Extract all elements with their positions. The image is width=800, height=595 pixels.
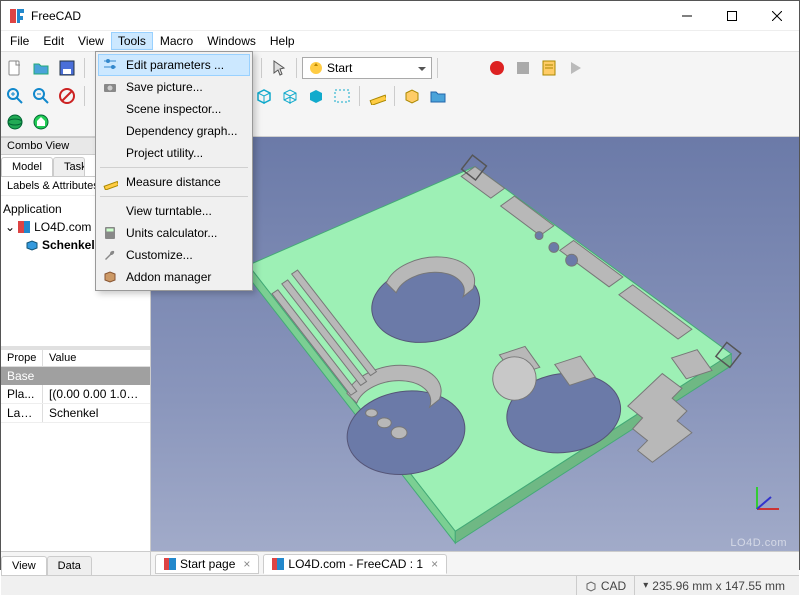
calculator-icon: [102, 225, 118, 241]
macro-play-button[interactable]: [563, 56, 587, 80]
sliders-icon: [102, 57, 118, 73]
menu-measure-distance[interactable]: Measure distance: [98, 171, 250, 193]
dimensions-readout: ▾ 235.96 mm x 147.55 mm: [634, 576, 793, 595]
part-button[interactable]: [400, 84, 424, 108]
app-icon: [9, 8, 25, 24]
close-tab-icon[interactable]: ×: [431, 557, 438, 571]
close-button[interactable]: [754, 1, 799, 30]
tab-model[interactable]: Model: [1, 157, 53, 176]
menu-dependency-graph[interactable]: Dependency graph...: [98, 120, 250, 142]
macro-stop-button[interactable]: [511, 56, 535, 80]
menu-edit[interactable]: Edit: [36, 32, 71, 50]
package-icon: [102, 269, 118, 285]
menu-save-picture[interactable]: Save picture...: [98, 76, 250, 98]
home-button[interactable]: [29, 110, 53, 134]
axis-indicator: [749, 481, 785, 517]
menu-help[interactable]: Help: [263, 32, 302, 50]
tab-view[interactable]: View: [1, 556, 47, 575]
menu-separator: [100, 196, 248, 197]
gear-icon: [164, 558, 176, 570]
menu-addon-manager[interactable]: Addon manager: [98, 266, 250, 288]
gear-icon: [272, 558, 284, 570]
shaded-button[interactable]: [304, 84, 328, 108]
window-title: FreeCAD: [31, 9, 664, 23]
camera-icon: [102, 79, 118, 95]
part-icon: [25, 238, 39, 252]
workbench-selector[interactable]: Start: [302, 57, 432, 79]
doc-icon: [17, 220, 31, 234]
statusbar: CAD ▾ 235.96 mm x 147.55 mm: [1, 575, 799, 595]
zoom-out-button[interactable]: [29, 84, 53, 108]
menu-windows[interactable]: Windows: [200, 32, 263, 50]
wrench-icon: [102, 247, 118, 263]
open-file-button[interactable]: [29, 56, 53, 80]
menu-file[interactable]: File: [3, 32, 36, 50]
zoom-in-button[interactable]: [3, 84, 27, 108]
window-controls: [664, 1, 799, 30]
measure-button[interactable]: [365, 84, 389, 108]
minimize-button[interactable]: [664, 1, 709, 30]
doc-tab-start[interactable]: Start page ×: [155, 554, 259, 574]
property-header: Prope Value: [1, 350, 150, 367]
menu-edit-parameters[interactable]: Edit parameters ...: [98, 54, 250, 76]
macro-record-button[interactable]: [485, 56, 509, 80]
menu-customize[interactable]: Customize...: [98, 244, 250, 266]
close-tab-icon[interactable]: ×: [243, 557, 250, 571]
new-file-button[interactable]: [3, 56, 27, 80]
nav-mode-indicator[interactable]: CAD: [576, 576, 634, 595]
menu-units-calculator[interactable]: Units calculator...: [98, 222, 250, 244]
document-tabs: Start page × LO4D.com - FreeCAD : 1 ×: [151, 551, 799, 575]
maximize-button[interactable]: [709, 1, 754, 30]
workbench-label: Start: [327, 61, 352, 75]
cube-icon: [585, 580, 597, 592]
menubar: File Edit View Tools Macro Windows Help: [1, 31, 799, 51]
property-group: Base: [1, 367, 150, 385]
wireframe-button[interactable]: [278, 84, 302, 108]
combo-bottom-tabs: View Data: [1, 551, 150, 575]
ruler-icon: [102, 174, 118, 190]
property-grid[interactable]: Base Pla... [(0.00 0.00 1.00); 0... Labe…: [1, 367, 150, 551]
menu-view-turntable[interactable]: View turntable...: [98, 200, 250, 222]
menu-scene-inspector[interactable]: Scene inspector...: [98, 98, 250, 120]
bounding-button[interactable]: [330, 84, 354, 108]
macro-list-button[interactable]: [537, 56, 561, 80]
menu-separator: [100, 167, 248, 168]
group-button[interactable]: [426, 84, 450, 108]
pointer-button[interactable]: [267, 56, 291, 80]
doc-tab-active[interactable]: LO4D.com - FreeCAD : 1 ×: [263, 554, 447, 574]
box-button[interactable]: [252, 84, 276, 108]
menu-view[interactable]: View: [71, 32, 111, 50]
property-row[interactable]: Pla... [(0.00 0.00 1.00); 0...: [1, 385, 150, 404]
tab-data[interactable]: Data: [47, 556, 92, 575]
globe-button[interactable]: [3, 110, 27, 134]
menu-tools[interactable]: Tools: [111, 32, 153, 50]
no-entry-button[interactable]: [55, 84, 79, 108]
property-row[interactable]: Label Schenkel: [1, 404, 150, 423]
menu-project-utility[interactable]: Project utility...: [98, 142, 250, 164]
tools-dropdown: Edit parameters ... Save picture... Scen…: [95, 51, 253, 291]
tab-task[interactable]: Task: [53, 157, 85, 176]
menu-macro[interactable]: Macro: [153, 32, 200, 50]
save-file-button[interactable]: [55, 56, 79, 80]
titlebar: FreeCAD: [1, 1, 799, 31]
